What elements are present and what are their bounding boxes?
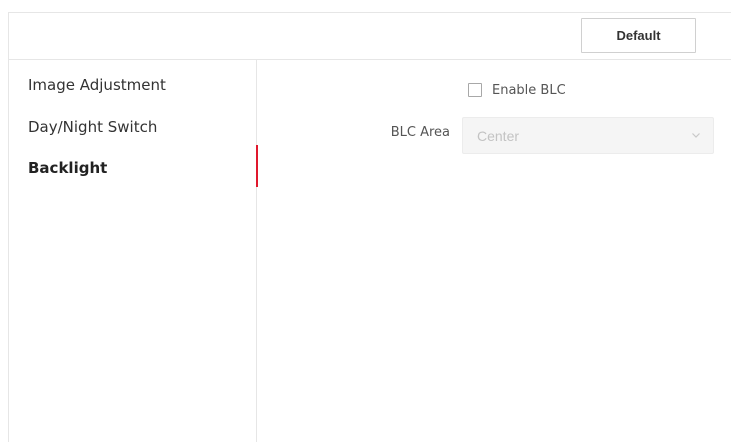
- sidebar-item-day-night-switch[interactable]: Day/Night Switch: [28, 118, 157, 138]
- blc-area-label: BLC Area: [390, 125, 450, 140]
- enable-blc-label: Enable BLC: [492, 82, 566, 98]
- sidebar: Image Adjustment Day/Night Switch Backli…: [8, 60, 257, 442]
- sidebar-item-backlight[interactable]: Backlight: [28, 159, 107, 179]
- chevron-down-icon: [692, 133, 700, 138]
- enable-blc-checkbox[interactable]: [468, 83, 482, 97]
- blc-area-value: Center: [477, 127, 520, 144]
- default-button[interactable]: Default: [581, 18, 696, 53]
- enable-blc-option[interactable]: Enable BLC: [468, 82, 566, 98]
- sidebar-item-image-adjustment[interactable]: Image Adjustment: [28, 76, 166, 96]
- blc-area-select[interactable]: Center: [462, 117, 714, 154]
- backlight-panel: Enable BLC BLC Area Center: [258, 60, 731, 442]
